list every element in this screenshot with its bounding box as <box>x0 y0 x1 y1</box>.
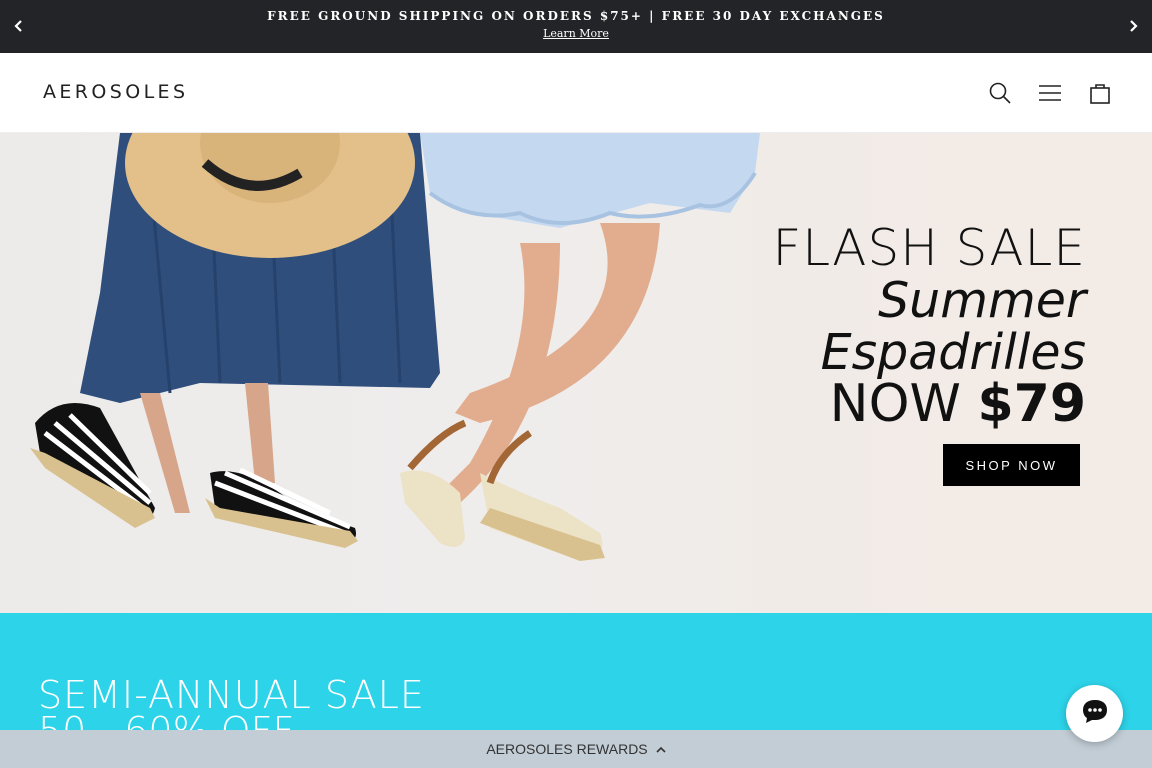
shop-now-button[interactable]: SHOP NOW <box>943 444 1080 486</box>
learn-more-link[interactable]: Learn More <box>543 27 609 40</box>
menu-icon[interactable] <box>1036 79 1064 107</box>
logo[interactable]: AEROSOLES <box>43 81 188 103</box>
chat-bubble-icon <box>1081 698 1109 729</box>
chat-button[interactable] <box>1066 685 1123 742</box>
hero-line-summer: Summer <box>878 272 1086 329</box>
hero-line-price: NOW $79 <box>772 378 1086 430</box>
hero-banner[interactable]: FLASH SALE Summer Espadrilles NOW $79 SH… <box>0 133 1152 613</box>
rewards-label: AEROSOLES REWARDS <box>486 741 648 757</box>
hero-line-flash-sale: FLASH SALE <box>772 219 1086 277</box>
price-prefix: NOW <box>829 374 978 434</box>
announcement-message: FREE GROUND SHIPPING ON ORDERS $75+ | FR… <box>267 9 885 23</box>
rewards-bar[interactable]: AEROSOLES REWARDS <box>0 730 1152 768</box>
price-value: $79 <box>977 374 1086 434</box>
cart-icon[interactable] <box>1086 79 1114 107</box>
hero-line-espadrilles: Espadrilles <box>820 324 1086 381</box>
site-header: AEROSOLES <box>0 53 1152 133</box>
search-icon[interactable] <box>986 79 1014 107</box>
chevron-right-icon[interactable] <box>1123 16 1143 36</box>
chevron-up-icon <box>656 741 666 757</box>
hero-headline: FLASH SALE Summer Espadrilles NOW $79 <box>772 219 1086 430</box>
announcement-bar: FREE GROUND SHIPPING ON ORDERS $75+ | FR… <box>0 0 1152 53</box>
